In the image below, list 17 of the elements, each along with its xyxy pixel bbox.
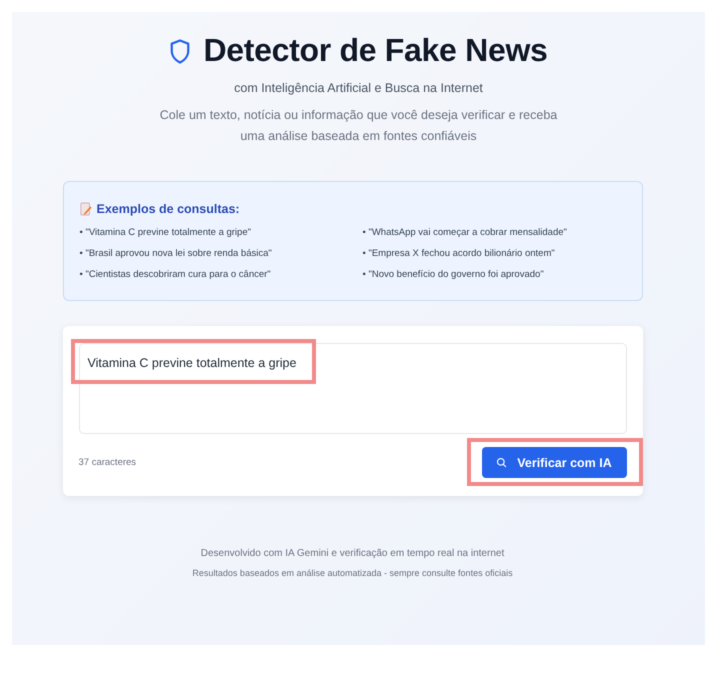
- example-item: • "Cientistas descobriram cura para o câncer": [80, 268, 272, 282]
- example-item: • "Novo benefício do governo foi aprovado": [362, 268, 545, 282]
- description: Cole um texto, notícia ou informação que você deseja verificar e receba uma análise baseada em fontes confiáveis: [158, 107, 558, 145]
- verify-button[interactable]: Verificar com IA: [482, 447, 626, 478]
- shield-icon: [169, 38, 192, 65]
- search-icon: [496, 457, 508, 468]
- example-item: • "WhatsApp vai começar a cobrar mensalidade": [362, 226, 568, 240]
- example-item: • "Brasil aprovou nova lei sobre renda básica": [80, 247, 273, 261]
- subtitle: com Inteligência Artificial e Busca na Internet: [234, 81, 483, 95]
- memo-icon: [80, 202, 92, 216]
- character-count: 37 caracteres: [78, 457, 136, 468]
- footer-text: Desenvolvido com IA Gemini e verificação em tempo real na internet: [200, 548, 504, 559]
- examples-title: Exemplos de consultas:: [96, 202, 240, 216]
- footer-text: Resultados baseados em análise automatizada - sempre consulte fontes oficiais: [192, 568, 513, 578]
- example-item: • "Empresa X fechou acordo bilionário ontem": [362, 247, 556, 261]
- example-item: • "Vitamina C previne totalmente a gripe": [80, 226, 252, 240]
- page-title: Detector de Fake News: [203, 32, 548, 69]
